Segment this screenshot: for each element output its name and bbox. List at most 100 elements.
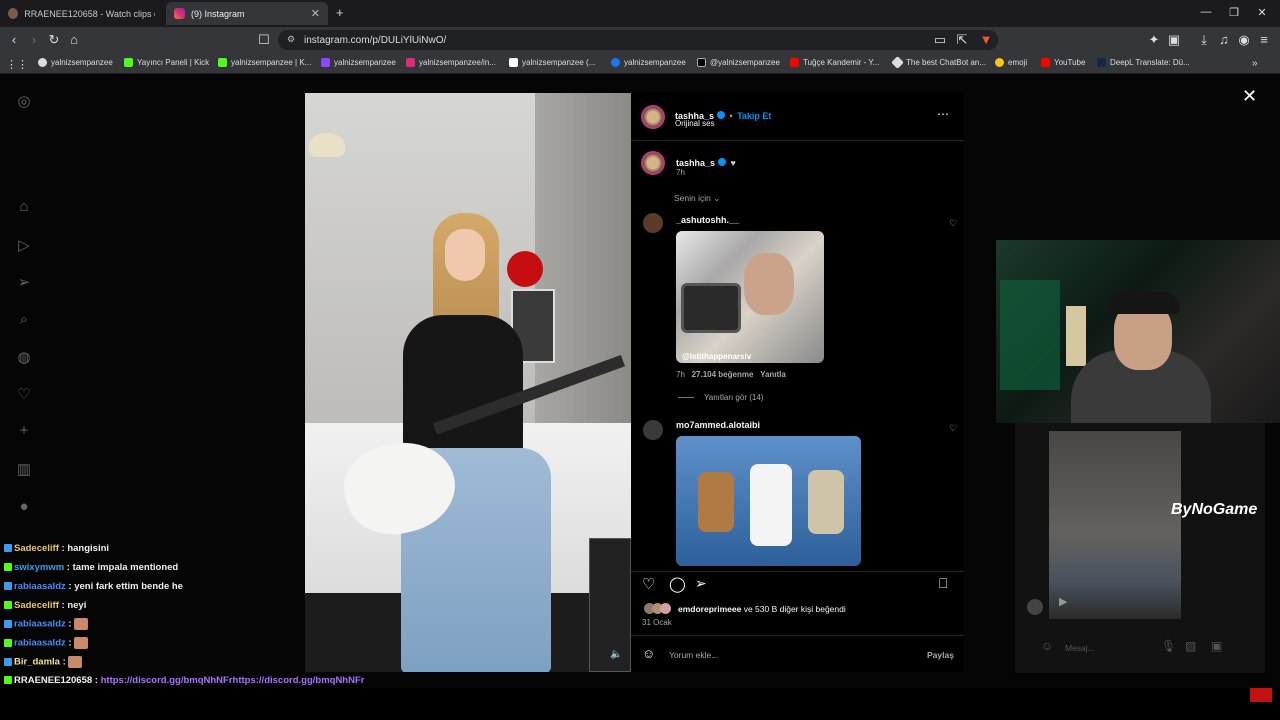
cast-icon[interactable]: ▭ — [932, 32, 948, 48]
post-video[interactable]: 🔈 — [305, 93, 631, 672]
bookmark-item[interactable]: emoji — [995, 58, 1027, 67]
chat-username[interactable]: Sadeceliff — [14, 543, 59, 554]
bookmark-icon[interactable]: ☐ — [256, 32, 272, 48]
reload-icon[interactable]: ↻ — [46, 32, 62, 48]
dashboard-icon[interactable]: ▥ — [14, 460, 34, 480]
bookmark-item[interactable]: yalnizsempanzee/in... — [406, 58, 496, 67]
notifications-icon[interactable]: ♡ — [14, 385, 34, 405]
apps-icon[interactable]: ⋮⋮ — [6, 58, 28, 71]
bookmark-item[interactable]: YouTube — [1041, 58, 1085, 67]
headphones — [1106, 292, 1180, 314]
sidebar-icon[interactable]: ▣ — [1166, 32, 1182, 48]
more-options-icon[interactable]: ⋯ — [937, 107, 949, 121]
chat-username[interactable]: Sadeceliff — [14, 600, 59, 611]
chat-message-text[interactable]: https://discord.gg/bmqNhNFrhttps://disco… — [101, 675, 365, 686]
brave-shield-icon[interactable]: ▼ — [978, 32, 994, 47]
comment-icon[interactable]: ◯ — [669, 575, 686, 593]
address-bar-row: ‹ › ↻ ⌂ ☐ ⚙ instagram.com/p/DULiYlUiNwO/… — [0, 27, 1280, 53]
bookmark-item[interactable]: DeepL Translate: Dü... — [1097, 58, 1190, 67]
commenter-avatar[interactable] — [643, 213, 663, 233]
author-avatar[interactable] — [641, 105, 665, 129]
tab-instagram[interactable]: (9) Instagram ✕ — [166, 2, 328, 25]
microphone-icon[interactable]: 🎙 — [1161, 639, 1176, 653]
tab-label: (9) Instagram — [191, 8, 245, 19]
like-comment-icon[interactable]: ♡ — [949, 423, 957, 434]
close-modal-icon[interactable]: ✕ — [1242, 86, 1257, 107]
bookmark-item[interactable]: The best ChatBot an... — [891, 56, 986, 69]
comment-username[interactable]: mo7ammed.alotaibi — [676, 420, 760, 430]
bookmark-item[interactable]: Tuğçe Kandemir - Y... — [790, 58, 879, 67]
like-icon[interactable]: ♡ — [642, 575, 655, 593]
post-comment-button[interactable]: Paylaş — [927, 650, 954, 660]
bookmark-item[interactable]: yalnizsempanzee — [321, 58, 396, 67]
likes-count[interactable]: ve 530 B diğer kişi beğendi — [744, 604, 846, 614]
home-icon[interactable]: ⌂ — [14, 198, 34, 218]
back-icon[interactable]: ‹ — [6, 32, 22, 47]
tab-kick-clips[interactable]: RRAENEE120658 - Watch clips on Kic — [0, 2, 163, 25]
vpn-icon[interactable]: ◉ — [1236, 32, 1252, 48]
bookmark-item[interactable]: yalnizsempanzee | K... — [218, 58, 311, 67]
caption-username[interactable]: tashha_s — [676, 158, 715, 168]
explore-icon[interactable]: ◍ — [14, 348, 34, 368]
comment-input[interactable]: Yorum ekle... — [669, 650, 909, 660]
bookmark-item[interactable]: Yayıncı Paneli | Kick — [124, 58, 209, 67]
like-comment-icon[interactable]: ♡ — [949, 218, 957, 229]
caption-avatar[interactable] — [641, 151, 665, 175]
message-input[interactable]: Mesaj... — [1065, 643, 1095, 653]
close-window-icon[interactable]: ✕ — [1252, 6, 1272, 19]
brand-logo: ByNoGame — [1171, 501, 1258, 518]
comment-gif[interactable]: @letithappenarsiv — [676, 231, 824, 363]
view-replies-button[interactable]: Yanıtları gör (14) — [678, 393, 763, 402]
instagram-logo-icon[interactable]: ◎ — [14, 92, 34, 112]
lego-figure — [808, 470, 844, 534]
chat-message: Sadeceliff : neyi — [4, 600, 86, 611]
restore-icon[interactable]: ❐ — [1224, 6, 1244, 19]
chat-username[interactable]: rabiaasaldz — [14, 638, 66, 649]
search-icon[interactable]: ⌕ — [14, 311, 34, 331]
bookmark-item[interactable]: @yalnizsempanzee — [697, 58, 780, 67]
new-tab-icon[interactable]: + — [336, 5, 344, 20]
menu-icon[interactable]: ≡ — [1256, 32, 1272, 47]
url-field[interactable]: ⚙ instagram.com/p/DULiYlUiNwO/ — [278, 30, 998, 50]
chat-username[interactable]: RRAENEE120658 — [14, 675, 92, 686]
extensions-icon[interactable]: ✦ — [1146, 32, 1162, 48]
bookmark-item[interactable]: yalnizsempanzee (... — [509, 58, 595, 67]
music-icon[interactable]: ♫ — [1216, 32, 1232, 47]
commenter-avatar[interactable] — [643, 420, 663, 440]
audio-label[interactable]: Orijinal ses — [675, 119, 715, 128]
emoji-picker-icon[interactable]: ☺ — [1041, 639, 1053, 653]
download-icon[interactable]: ⤓ — [1196, 32, 1212, 48]
close-tab-icon[interactable]: ✕ — [311, 7, 320, 20]
more-bookmarks-icon[interactable]: » — [1252, 58, 1258, 69]
liker-username[interactable]: emdoreprimeee — [678, 604, 741, 614]
messages-icon[interactable]: ➢ — [14, 273, 34, 293]
home-icon[interactable]: ⌂ — [66, 32, 82, 47]
forward-icon[interactable]: › — [26, 32, 42, 47]
comment-gif[interactable] — [676, 436, 861, 566]
comment-username[interactable]: _ashutoshh.__ — [676, 215, 739, 225]
comment-likes[interactable]: 27.104 beğenme — [692, 370, 754, 379]
site-settings-icon[interactable]: ⚙ — [287, 34, 295, 45]
minimize-icon[interactable]: — — [1196, 6, 1216, 18]
chat-username[interactable]: Bir_damla — [14, 657, 60, 668]
reply-button[interactable]: Yanıtla — [760, 370, 786, 379]
comment-sort-dropdown[interactable]: Senin için ⌄ — [674, 193, 720, 204]
sticker-icon[interactable]: ▣ — [1211, 639, 1222, 653]
image-icon[interactable]: ▨ — [1185, 639, 1196, 653]
volume-icon[interactable]: 🔈 — [610, 649, 622, 660]
save-icon[interactable]: ⎕ — [939, 575, 947, 592]
reels-icon[interactable]: ▷ — [14, 236, 34, 256]
chat-username[interactable]: rabiaasaldz — [14, 581, 66, 592]
chat-message: rabiaasaldz : — [4, 637, 89, 649]
emoji-picker-icon[interactable]: ☺ — [642, 646, 655, 661]
share-icon[interactable]: ➢ — [695, 575, 707, 592]
bookmark-item[interactable]: yalnizsempanzee — [611, 58, 686, 67]
chat-username[interactable]: rabiaasaldz — [14, 619, 66, 630]
create-icon[interactable]: + — [14, 422, 34, 442]
video-icon: ▶ — [1059, 596, 1068, 608]
chat-username[interactable]: swixymwm — [14, 562, 64, 573]
bookmark-item[interactable]: yalnizsempanzee — [38, 58, 113, 67]
follow-button[interactable]: Takip Et — [737, 111, 771, 121]
profile-icon[interactable]: ● — [14, 498, 34, 518]
share-icon[interactable]: ⇱ — [954, 32, 970, 48]
